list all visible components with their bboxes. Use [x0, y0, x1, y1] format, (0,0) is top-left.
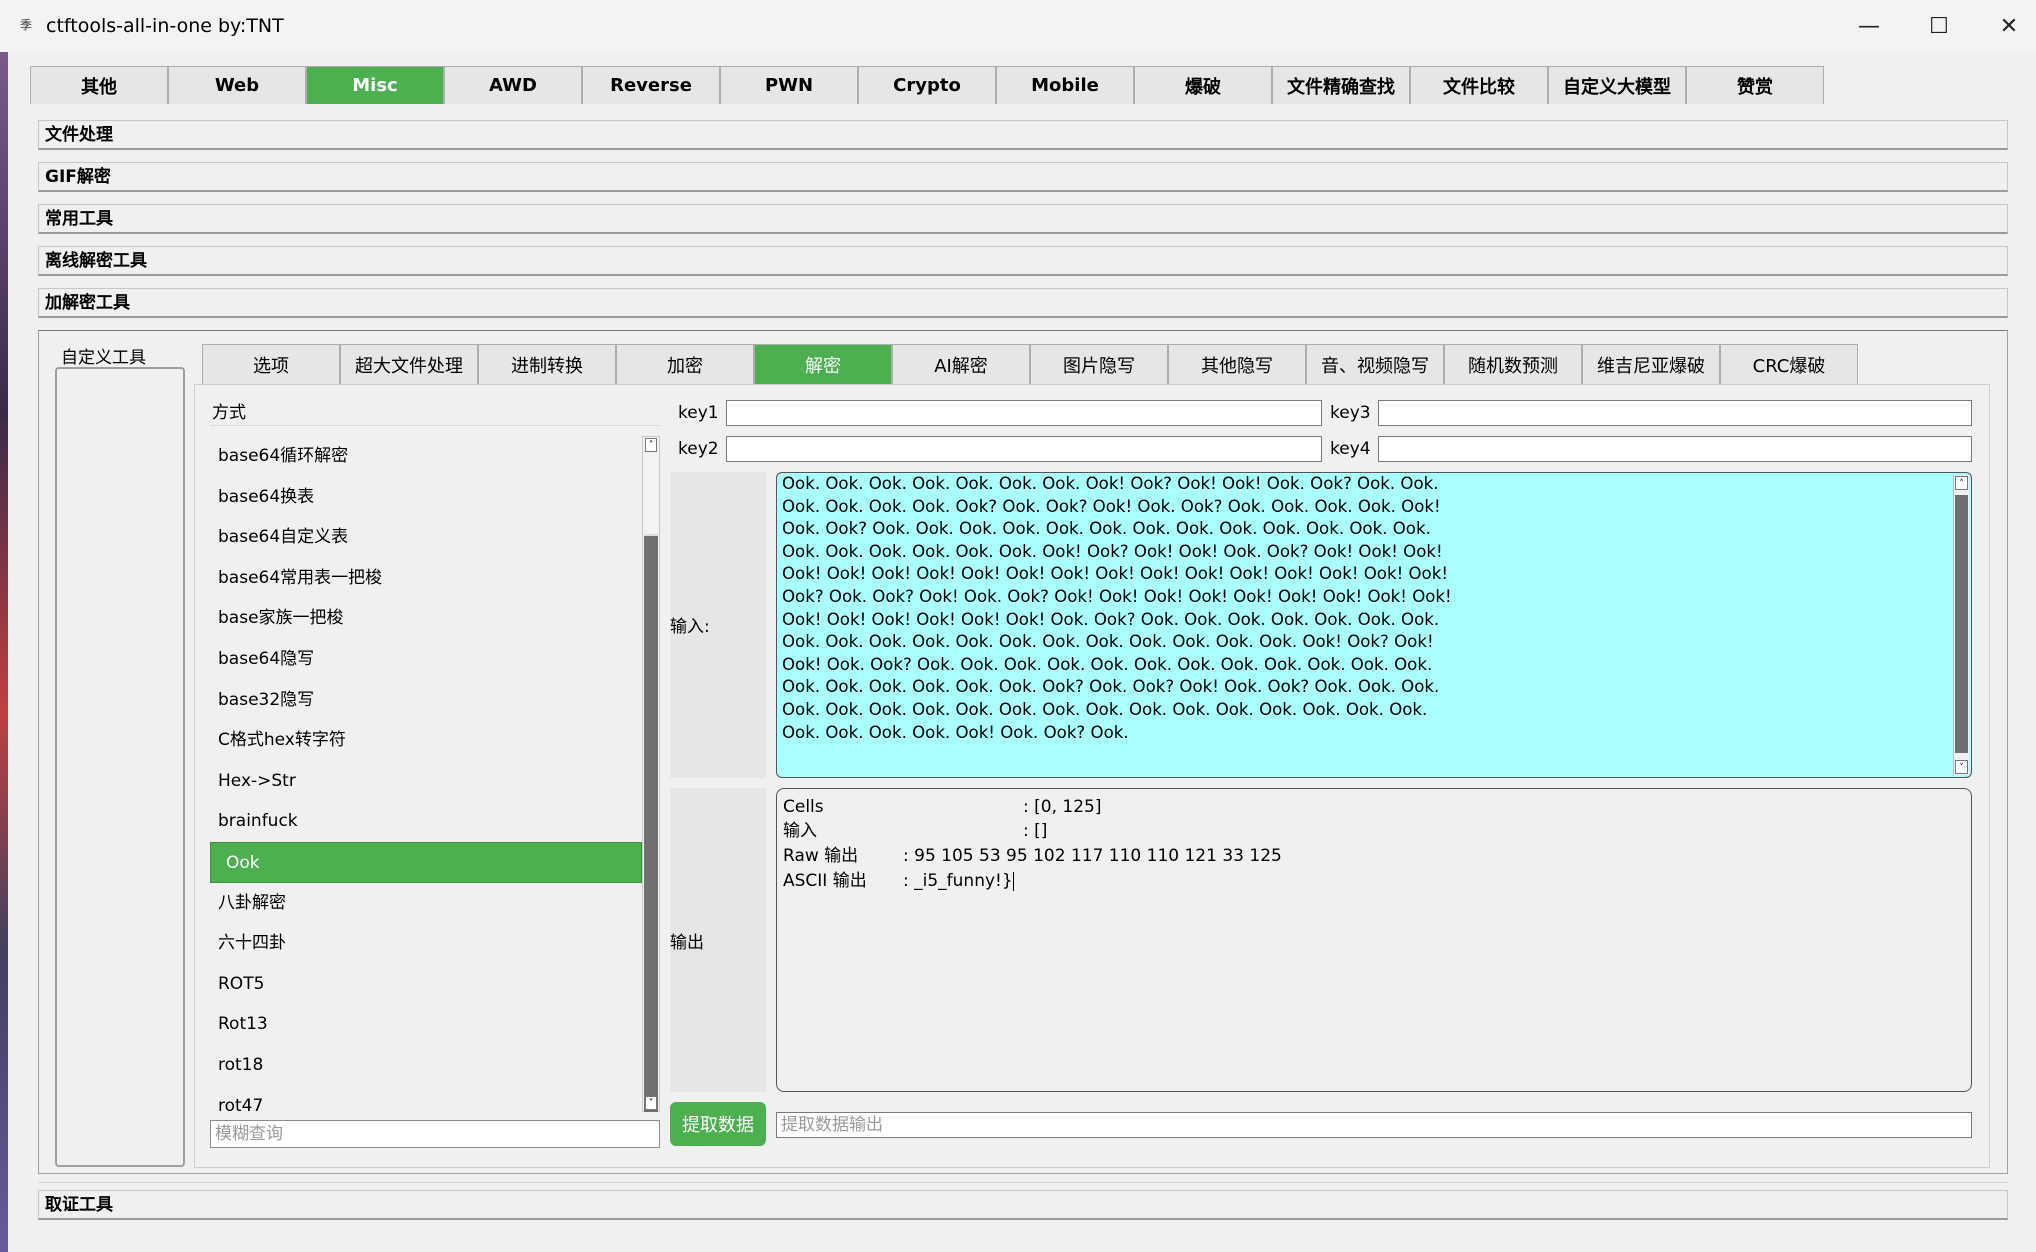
method-list-scrollbar[interactable]: ˄ ˅ — [642, 436, 660, 1112]
scroll-down-icon[interactable]: ˅ — [645, 1096, 657, 1110]
tab-random-predict[interactable]: 随机数预测 — [1444, 344, 1582, 384]
method-item[interactable]: base64换表 — [210, 477, 642, 518]
method-item[interactable]: base32隐写 — [210, 680, 642, 721]
method-item[interactable]: Hex->Str — [210, 761, 642, 802]
title-bar: 季 ctftools-all-in-one by:TNT — ☐ ✕ — [0, 0, 2036, 52]
key4-label: key4 — [1330, 439, 1371, 459]
output-label: 输出 — [670, 933, 704, 953]
text-cursor — [1012, 871, 1014, 891]
section-forensics-tools[interactable]: 取证工具 — [38, 1190, 2008, 1220]
tab-vigenere-brute[interactable]: 维吉尼亚爆破 — [1582, 344, 1720, 384]
tab-base-convert[interactable]: 进制转换 — [478, 344, 616, 384]
extract-data-output[interactable]: 提取数据输出 — [776, 1112, 1972, 1138]
method-item[interactable]: base64循环解密 — [210, 436, 642, 477]
tab-crc-brute[interactable]: CRC爆破 — [1720, 344, 1858, 384]
input-scroll-thumb[interactable] — [1955, 495, 1968, 753]
tab-options[interactable]: 选项 — [202, 344, 340, 384]
method-item[interactable]: base64隐写 — [210, 639, 642, 680]
method-list[interactable]: base64循环解密 base64换表 base64自定义表 base64常用表一把梭… — [210, 436, 642, 1112]
tab-pwn[interactable]: PWN — [720, 66, 858, 104]
input-label: 输入: — [670, 617, 710, 637]
method-item[interactable]: brainfuck — [210, 801, 642, 842]
tab-other-stego[interactable]: 其他隐写 — [1168, 344, 1306, 384]
custom-tools-label: 自定义工具 — [61, 348, 146, 368]
input-echo-label: 输入 — [783, 821, 817, 841]
input-scrollbar[interactable]: ˄ ˅ — [1953, 475, 1969, 775]
sub-tab-bar: 选项 超大文件处理 进制转换 加密 解密 AI解密 图片隐写 其他隐写 音、视频… — [202, 344, 1858, 384]
close-icon[interactable]: ✕ — [1974, 0, 2036, 52]
raw-output-value: : 95 105 53 95 102 117 110 110 121 33 12… — [903, 846, 1282, 866]
input-scroll-up-icon[interactable]: ˄ — [1955, 476, 1968, 490]
tab-file-compare[interactable]: 文件比较 — [1410, 66, 1548, 104]
key1-input[interactable] — [726, 400, 1322, 426]
key2-label: key2 — [678, 439, 719, 459]
tab-mobile[interactable]: Mobile — [996, 66, 1134, 104]
cells-value: : [0, 125] — [1023, 797, 1102, 817]
minimize-icon[interactable]: — — [1834, 0, 1904, 52]
tab-decrypt[interactable]: 解密 — [754, 344, 892, 384]
section-crypto-tools[interactable]: 加解密工具 — [38, 288, 2008, 318]
tab-donate[interactable]: 赞赏 — [1686, 66, 1824, 104]
input-text: Ook. Ook. Ook. Ook. Ook. Ook. Ook. Ook! … — [782, 474, 1452, 742]
section-file-processing[interactable]: 文件处理 — [38, 120, 2008, 150]
tab-custom-llm[interactable]: 自定义大模型 — [1548, 66, 1686, 104]
method-item[interactable]: Ook — [210, 841, 642, 883]
cells-label: Cells — [783, 797, 824, 817]
raw-output-label: Raw 输出 — [783, 846, 859, 866]
search-input[interactable]: 模糊查询 — [210, 1120, 660, 1148]
scroll-up-icon[interactable]: ˄ — [645, 438, 657, 452]
method-item[interactable]: rot18 — [210, 1045, 642, 1086]
tab-file-search[interactable]: 文件精确查找 — [1272, 66, 1410, 104]
tab-encrypt[interactable]: 加密 — [616, 344, 754, 384]
key2-input[interactable] — [726, 436, 1322, 462]
tab-crypto[interactable]: Crypto — [858, 66, 996, 104]
tab-av-stego[interactable]: 音、视频隐写 — [1306, 344, 1444, 384]
method-item[interactable]: rot47 — [210, 1086, 642, 1113]
input-textarea[interactable]: Ook. Ook. Ook. Ook. Ook. Ook. Ook. Ook! … — [776, 472, 1972, 778]
method-header: 方式 — [210, 400, 660, 426]
ascii-output-value: : _i5_funny!} — [903, 871, 1013, 891]
tab-awd[interactable]: AWD — [444, 66, 582, 104]
scroll-track — [644, 455, 658, 534]
method-item[interactable]: base64常用表一把梭 — [210, 558, 642, 599]
section-common-tools[interactable]: 常用工具 — [38, 204, 2008, 234]
section-gif-decrypt[interactable]: GIF解密 — [38, 162, 2008, 192]
tab-image-stego[interactable]: 图片隐写 — [1030, 344, 1168, 384]
tab-reverse[interactable]: Reverse — [582, 66, 720, 104]
top-tab-bar: 其他 Web Misc AWD Reverse PWN Crypto Mobil… — [30, 66, 1824, 104]
tab-other[interactable]: 其他 — [30, 66, 168, 104]
method-item[interactable]: base64自定义表 — [210, 517, 642, 558]
tab-ai-decrypt[interactable]: AI解密 — [892, 344, 1030, 384]
method-item[interactable]: ROT5 — [210, 964, 642, 1005]
method-item[interactable]: 六十四卦 — [210, 923, 642, 964]
ascii-output-label: ASCII 输出 — [783, 871, 867, 891]
method-item[interactable]: Rot13 — [210, 1004, 642, 1045]
key3-input[interactable] — [1378, 400, 1972, 426]
key4-input[interactable] — [1378, 436, 1972, 462]
tab-misc[interactable]: Misc — [306, 66, 444, 104]
method-item[interactable]: C格式hex转字符 — [210, 720, 642, 761]
input-scroll-down-icon[interactable]: ˅ — [1955, 760, 1968, 774]
tab-web[interactable]: Web — [168, 66, 306, 104]
input-echo-value: : [] — [1023, 821, 1048, 841]
key1-label: key1 — [678, 403, 719, 423]
extract-data-button[interactable]: 提取数据 — [670, 1102, 766, 1146]
output-textarea[interactable]: Cells : [0, 125] 输入 : [] Raw 输出 : 95 105… — [776, 788, 1972, 1092]
maximize-icon[interactable]: ☐ — [1904, 0, 1974, 52]
desktop-edge — [0, 52, 8, 1252]
tab-large-file[interactable]: 超大文件处理 — [340, 344, 478, 384]
method-item[interactable]: 八卦解密 — [210, 883, 642, 924]
method-item[interactable]: base家族一把梭 — [210, 598, 642, 639]
section-offline-decrypt[interactable]: 离线解密工具 — [38, 246, 2008, 276]
tab-bruteforce[interactable]: 爆破 — [1134, 66, 1272, 104]
app-icon: 季 — [20, 18, 33, 32]
custom-tools-box — [55, 367, 185, 1167]
scroll-thumb[interactable] — [644, 534, 658, 1112]
panel-divider — [38, 1182, 2008, 1183]
key3-label: key3 — [1330, 403, 1371, 423]
window-title: ctftools-all-in-one by:TNT — [46, 15, 284, 37]
